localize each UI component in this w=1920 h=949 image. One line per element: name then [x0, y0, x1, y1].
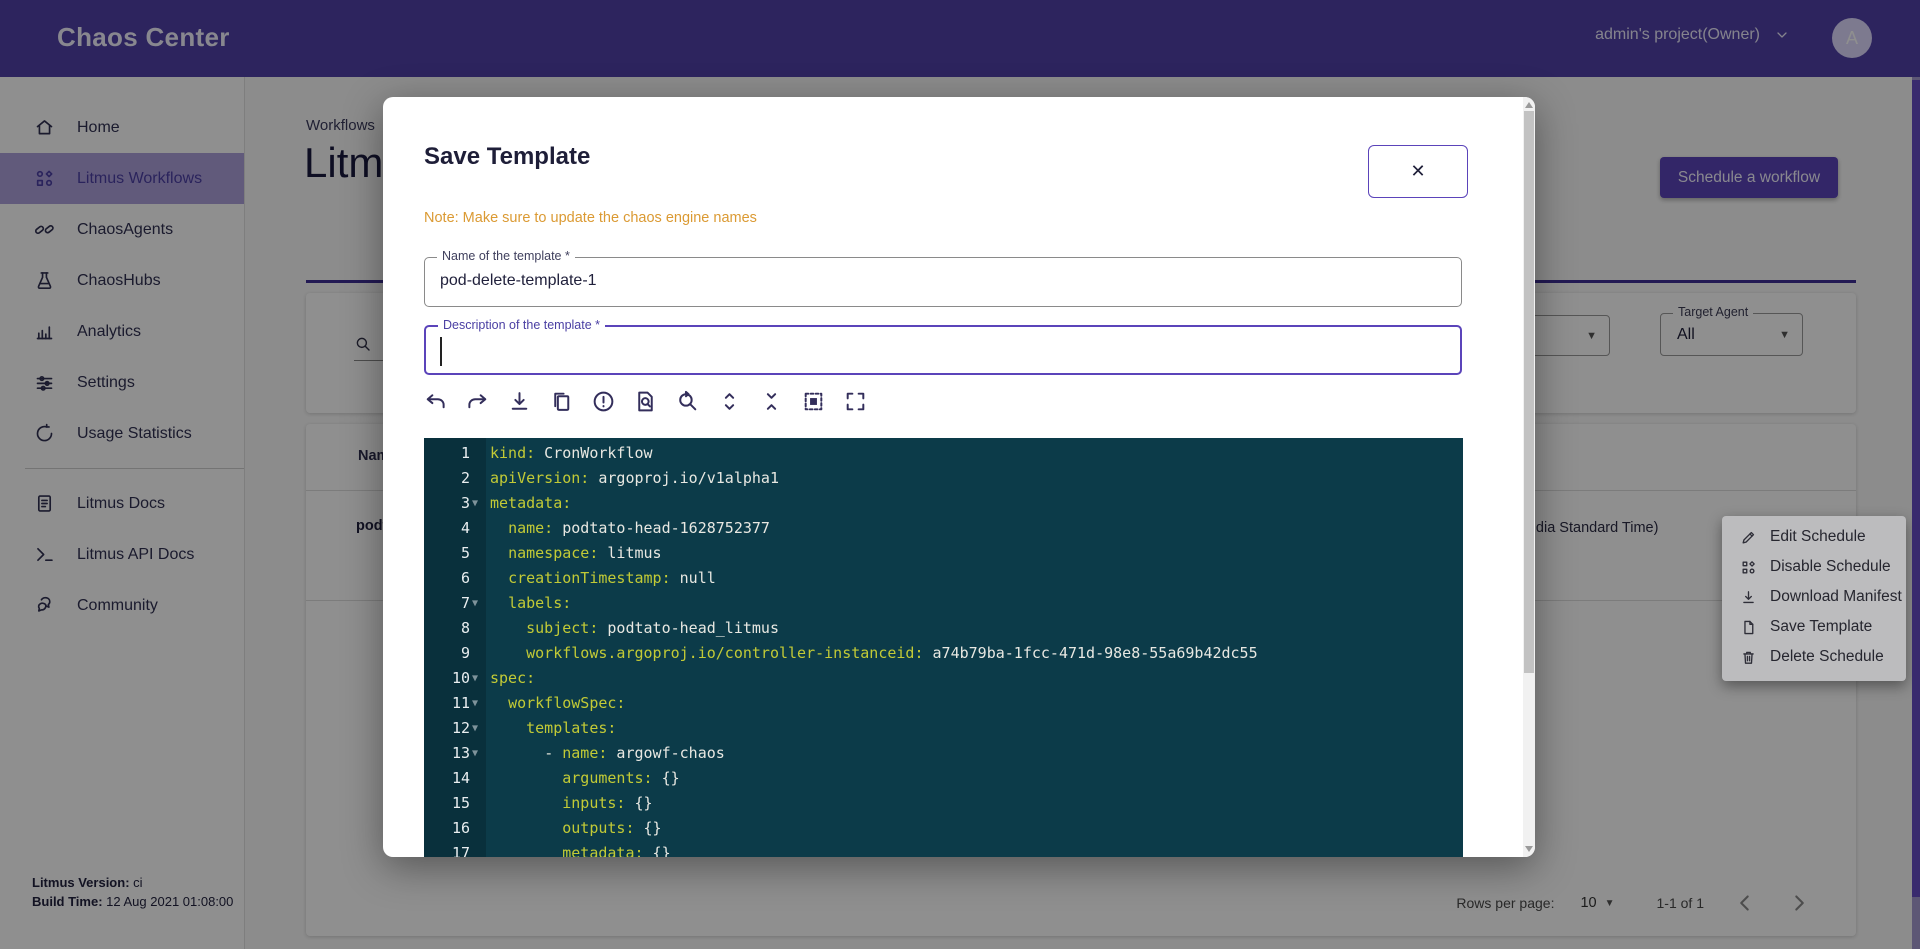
line-number: 7	[424, 591, 470, 616]
fold-arrow-icon[interactable]: ▼	[472, 716, 484, 741]
menu-item-label: Delete Schedule	[1770, 648, 1884, 666]
fold-arrow-icon[interactable]: ▼	[472, 591, 484, 616]
yaml-editor-toolbar	[419, 385, 872, 418]
unfold-button[interactable]	[713, 385, 746, 418]
line-number: 16	[424, 816, 470, 841]
copy-icon	[549, 389, 574, 414]
close-icon: ✕	[1410, 161, 1425, 181]
menu-item-save-template[interactable]: Save Template	[1722, 612, 1906, 642]
file-icon	[1740, 619, 1757, 636]
redo-button[interactable]	[461, 385, 494, 418]
menu-item-edit-schedule[interactable]: Edit Schedule	[1722, 522, 1906, 552]
menu-item-label: Disable Schedule	[1770, 558, 1891, 576]
find-in-page-button[interactable]	[629, 385, 662, 418]
modal-note: Note: Make sure to update the chaos engi…	[424, 210, 757, 226]
editor-line: 12▼ templates:	[424, 716, 1463, 741]
editor-line: 2apiVersion: argoproj.io/v1alpha1	[424, 466, 1463, 491]
fold-arrow-icon[interactable]: ▼	[472, 691, 484, 716]
select-all-button[interactable]	[797, 385, 830, 418]
editor-line: 4 name: podtato-head-1628752377	[424, 516, 1463, 541]
line-number: 4	[424, 516, 470, 541]
editor-line: 1kind: CronWorkflow	[424, 441, 1463, 466]
scroll-down-icon[interactable]	[1525, 846, 1533, 852]
menu-item-delete-schedule[interactable]: Delete Schedule	[1722, 642, 1906, 672]
line-number: 11	[424, 691, 470, 716]
template-description-field[interactable]: Description of the template *	[424, 325, 1462, 375]
editor-line: 15 inputs: {}	[424, 791, 1463, 816]
modal-scrollbar[interactable]	[1523, 97, 1535, 857]
grid-icon	[1740, 559, 1757, 576]
editor-line: 10▼spec:	[424, 666, 1463, 691]
line-number: 13	[424, 741, 470, 766]
editor-line: 8 subject: podtato-head_litmus	[424, 616, 1463, 641]
modal-title: Save Template	[424, 143, 590, 171]
editor-line: 11▼ workflowSpec:	[424, 691, 1463, 716]
text-cursor	[440, 337, 442, 366]
pencil-icon	[1740, 529, 1757, 546]
download-button[interactable]	[503, 385, 536, 418]
fullscreen-button[interactable]	[839, 385, 872, 418]
menu-item-label: Save Template	[1770, 618, 1872, 636]
modal-scrollbar-thumb[interactable]	[1524, 111, 1534, 673]
menu-item-download-manifest[interactable]: Download Manifest	[1722, 582, 1906, 612]
line-number: 5	[424, 541, 470, 566]
line-number: 10	[424, 666, 470, 691]
menu-item-label: Edit Schedule	[1770, 528, 1866, 546]
editor-line: 6 creationTimestamp: null	[424, 566, 1463, 591]
line-number: 3	[424, 491, 470, 516]
line-number: 17	[424, 841, 470, 857]
find-replace-button[interactable]	[671, 385, 704, 418]
line-number: 6	[424, 566, 470, 591]
download-icon	[507, 389, 532, 414]
save-template-modal: Save Template ✕ Note: Make sure to updat…	[383, 97, 1535, 857]
fold-arrow-icon[interactable]: ▼	[472, 491, 484, 516]
template-name-field[interactable]: Name of the template * pod-delete-templa…	[424, 257, 1462, 307]
line-number: 2	[424, 466, 470, 491]
close-button[interactable]: ✕	[1368, 145, 1468, 198]
line-number: 9	[424, 641, 470, 666]
download-icon	[1740, 589, 1757, 606]
editor-lines: 1kind: CronWorkflow2apiVersion: argoproj…	[424, 441, 1463, 857]
editor-line: 13▼ - name: argowf-chaos	[424, 741, 1463, 766]
editor-line: 14 arguments: {}	[424, 766, 1463, 791]
fold-button[interactable]	[755, 385, 788, 418]
copy-button[interactable]	[545, 385, 578, 418]
line-number: 14	[424, 766, 470, 791]
line-number: 15	[424, 791, 470, 816]
find-replace-icon	[675, 389, 700, 414]
unfold-icon	[717, 389, 742, 414]
page-scrollbar-thumb[interactable]	[1912, 80, 1920, 897]
menu-item-label: Download Manifest	[1770, 588, 1902, 606]
editor-line: 7▼ labels:	[424, 591, 1463, 616]
schedule-context-menu: Edit Schedule Disable Schedule Download Ma…	[1722, 516, 1906, 681]
error-icon	[591, 389, 616, 414]
editor-line: 9 workflows.argoproj.io/controller-insta…	[424, 641, 1463, 666]
line-number: 8	[424, 616, 470, 641]
fullscreen-icon	[843, 389, 868, 414]
scroll-up-icon[interactable]	[1525, 102, 1533, 108]
redo-icon	[465, 389, 490, 414]
fold-arrow-icon[interactable]: ▼	[472, 666, 484, 691]
undo-button[interactable]	[419, 385, 452, 418]
menu-item-disable-schedule[interactable]: Disable Schedule	[1722, 552, 1906, 582]
undo-icon	[423, 389, 448, 414]
template-name-label: Name of the template *	[437, 249, 575, 263]
line-number: 12	[424, 716, 470, 741]
editor-line: 5 namespace: litmus	[424, 541, 1463, 566]
find-in-page-icon	[633, 389, 658, 414]
editor-line: 17 metadata: {}	[424, 841, 1463, 857]
yaml-editor[interactable]: 1kind: CronWorkflow2apiVersion: argoproj…	[424, 438, 1463, 857]
fold-icon	[759, 389, 784, 414]
fold-arrow-icon[interactable]: ▼	[472, 741, 484, 766]
error-button[interactable]	[587, 385, 620, 418]
page-scrollbar[interactable]	[1912, 77, 1920, 949]
line-number: 1	[424, 441, 470, 466]
trash-icon	[1740, 649, 1757, 666]
select-all-icon	[801, 389, 826, 414]
template-description-label: Description of the template *	[438, 318, 605, 332]
screen: Chaos Center admin's project(Owner) A Ho…	[0, 0, 1920, 949]
editor-line: 16 outputs: {}	[424, 816, 1463, 841]
template-name-value: pod-delete-template-1	[440, 272, 597, 290]
editor-line: 3▼metadata:	[424, 491, 1463, 516]
